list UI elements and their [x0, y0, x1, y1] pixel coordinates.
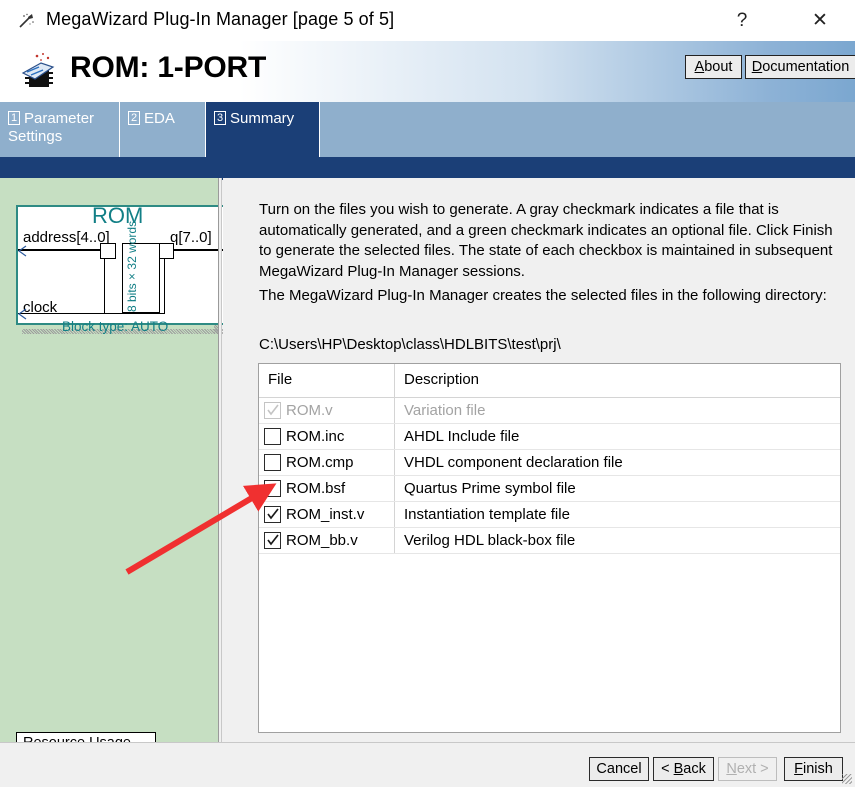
output-directory-path: C:\Users\HP\Desktop\class\HDLBITS\test\p…: [259, 335, 841, 356]
file-description: Variation file: [395, 402, 840, 419]
wand-icon: [18, 13, 36, 29]
file-name: ROM.v: [286, 402, 333, 419]
tab-summary[interactable]: 3 Summary: [206, 102, 320, 157]
tab-label: EDA: [144, 110, 175, 127]
file-checkbox[interactable]: [264, 454, 281, 471]
file-cell[interactable]: ROM_inst.v: [259, 502, 395, 527]
summary-content: Turn on the files you wish to generate. …: [223, 178, 855, 782]
megawizard-window: MegaWizard Plug-In Manager [page 5 of 5]…: [0, 0, 855, 786]
file-checkbox[interactable]: [264, 480, 281, 497]
tab-underline-bar: [0, 157, 855, 180]
table-row[interactable]: ROM.bsf Quartus Prime symbol file: [259, 476, 840, 502]
file-description: VHDL component declaration file: [395, 454, 840, 471]
file-cell[interactable]: ROM.cmp: [259, 450, 395, 475]
file-checkbox[interactable]: [264, 402, 281, 419]
back-button[interactable]: < Back: [653, 757, 714, 781]
header-band: ROM: 1-PORT About Documentation: [0, 41, 855, 103]
chip-logo-icon: [15, 51, 61, 93]
checkmark-icon: [267, 533, 279, 548]
file-name: ROM.bsf: [286, 480, 345, 497]
help-button[interactable]: ?: [719, 0, 765, 41]
window-title: MegaWizard Plug-In Manager [page 5 of 5]: [46, 9, 394, 30]
panel-splitter[interactable]: [218, 178, 222, 782]
table-row[interactable]: ROM.v Variation file: [259, 398, 840, 424]
directory-note-paragraph: The MegaWizard Plug-In Manager creates t…: [259, 286, 841, 307]
tab-label: Parameter Settings: [8, 110, 94, 145]
file-description: Verilog HDL black-box file: [395, 532, 840, 549]
about-button[interactable]: About: [685, 55, 742, 79]
file-cell[interactable]: ROM_bb.v: [259, 528, 395, 553]
tab-strip: 1Parameter Settings 2 EDA 3 Summary: [0, 102, 855, 160]
file-checkbox[interactable]: [264, 428, 281, 445]
tab-eda[interactable]: 2 EDA: [120, 102, 206, 157]
tab-number: 2: [128, 111, 140, 125]
file-generation-table[interactable]: File Description ROM.v Variation file: [258, 363, 841, 733]
table-row[interactable]: ROM.inc AHDL Include file: [259, 424, 840, 450]
file-name: ROM_bb.v: [286, 532, 358, 549]
table-row[interactable]: ROM.cmp VHDL component declaration file: [259, 450, 840, 476]
file-description: AHDL Include file: [395, 428, 840, 445]
tab-strip-filler: [320, 102, 855, 157]
rom-block-symbol: ROM address[4..0] q[7..0] clock Block ty…: [16, 205, 234, 325]
checkmark-icon: [267, 403, 279, 418]
symbol-preview-panel: ROM address[4..0] q[7..0] clock Block ty…: [0, 178, 218, 782]
file-description: Instantiation template file: [395, 506, 840, 523]
file-description: Quartus Prime symbol file: [395, 480, 840, 497]
finish-button[interactable]: Finish: [784, 757, 843, 781]
file-checkbox[interactable]: [264, 532, 281, 549]
file-name: ROM.inc: [286, 428, 344, 445]
instructions-paragraph: Turn on the files you wish to generate. …: [259, 200, 841, 282]
column-header-description: Description: [395, 364, 840, 397]
checkmark-icon: [267, 507, 279, 522]
port-arrow-icons: [18, 207, 232, 323]
footer-bar: Cancel < Back Next > Finish: [0, 742, 855, 787]
tab-label: Summary: [230, 110, 294, 127]
file-cell[interactable]: ROM.inc: [259, 424, 395, 449]
file-cell[interactable]: ROM.v: [259, 398, 395, 423]
table-header-row: File Description: [259, 364, 840, 398]
documentation-button[interactable]: Documentation: [745, 55, 855, 79]
resize-grip[interactable]: [842, 774, 852, 784]
close-button[interactable]: ✕: [797, 0, 843, 41]
cancel-button[interactable]: Cancel: [589, 757, 649, 781]
file-name: ROM.cmp: [286, 454, 354, 471]
tab-number: 3: [214, 111, 226, 125]
file-checkbox[interactable]: [264, 506, 281, 523]
file-cell[interactable]: ROM.bsf: [259, 476, 395, 501]
title-bar: MegaWizard Plug-In Manager [page 5 of 5]…: [0, 0, 855, 42]
column-header-file: File: [259, 364, 395, 397]
page-title: ROM: 1-PORT: [70, 51, 266, 85]
table-row[interactable]: ROM_bb.v Verilog HDL black-box file: [259, 528, 840, 554]
next-button: Next >: [718, 757, 777, 781]
table-row[interactable]: ROM_inst.v Instantiation template file: [259, 502, 840, 528]
tab-parameter-settings[interactable]: 1Parameter Settings: [0, 102, 120, 157]
tab-number: 1: [8, 111, 20, 125]
file-name: ROM_inst.v: [286, 506, 364, 523]
